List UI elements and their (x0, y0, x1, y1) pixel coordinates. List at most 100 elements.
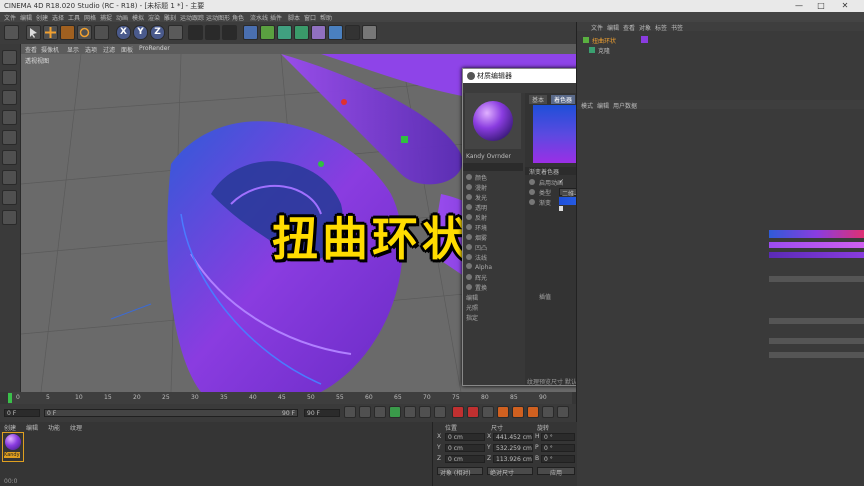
row-animate-radio[interactable] (529, 179, 535, 185)
menu-plugins[interactable]: 插件 (270, 13, 282, 22)
om-menu-bookmarks[interactable]: 书签 (671, 23, 683, 32)
coord-mode-dropdown[interactable]: 对象 (相对) (437, 467, 483, 477)
scale-key-icon[interactable] (512, 406, 524, 418)
camera-icon[interactable] (345, 25, 360, 40)
play-icon[interactable] (389, 406, 401, 418)
prev-key-icon[interactable] (359, 406, 371, 418)
position-key-icon[interactable] (497, 406, 509, 418)
object-row[interactable]: 克隆 (589, 46, 689, 55)
am-menu-edit[interactable]: 编辑 (597, 101, 609, 110)
playhead[interactable] (8, 393, 12, 403)
next-key-icon[interactable] (419, 406, 431, 418)
channel-bump[interactable]: 凹凸 (466, 243, 487, 252)
viewport-menu-prorender[interactable]: ProRender (139, 45, 170, 52)
viewport-menu-display[interactable]: 显示 (67, 45, 79, 54)
row-gradient-radio[interactable] (529, 199, 535, 205)
menu-help[interactable]: 帮助 (320, 13, 332, 22)
subdivision-icon[interactable] (277, 25, 292, 40)
channel-assignment[interactable]: 指定 (466, 313, 478, 322)
workplane-icon[interactable] (2, 190, 17, 205)
channel-editor[interactable]: 编辑 (466, 293, 478, 302)
floor-icon[interactable] (328, 25, 343, 40)
size-z-field[interactable]: 113.926 cm (493, 455, 533, 463)
edges-mode-icon[interactable] (2, 110, 17, 125)
cloner-icon[interactable] (294, 25, 309, 40)
channel-luminance[interactable]: 发光 (466, 193, 487, 202)
position-y-field[interactable]: 0 cm (445, 444, 485, 452)
menu-select[interactable]: 选择 (52, 13, 64, 22)
material-name-field[interactable] (463, 163, 523, 171)
tab-basic[interactable]: 基本 (529, 95, 548, 104)
go-to-end-icon[interactable] (434, 406, 446, 418)
channel-alpha[interactable]: Alpha (466, 263, 492, 271)
om-menu-file[interactable]: 文件 (591, 23, 603, 32)
viewport-menu-camera[interactable]: 摄像机 (41, 45, 59, 54)
rotation-h-field[interactable]: 0 ° (541, 433, 575, 441)
param-key-icon[interactable] (542, 406, 554, 418)
menu-motion-tracking[interactable]: 运动跟踪 (180, 13, 204, 22)
channel-normal[interactable]: 法线 (466, 253, 487, 262)
axis-mode-icon[interactable] (2, 150, 17, 165)
channel-fog[interactable]: 烟雾 (466, 233, 487, 242)
apply-button[interactable]: 应用 (537, 467, 575, 477)
rotation-p-field[interactable]: 0 ° (541, 444, 575, 452)
mat-menu-function[interactable]: 功能 (48, 423, 60, 432)
menu-animate[interactable]: 动画 (116, 13, 128, 22)
maximize-button[interactable]: □ (812, 0, 830, 12)
om-menu-view[interactable]: 查看 (623, 23, 635, 32)
rotate-icon[interactable] (77, 25, 92, 40)
cube-icon[interactable] (243, 25, 258, 40)
size-y-field[interactable]: 532.259 cm (493, 444, 533, 452)
viewport-menu-filter[interactable]: 过滤 (103, 45, 115, 54)
render-view-icon[interactable] (188, 25, 203, 40)
am-menu-mode[interactable]: 模式 (581, 101, 593, 110)
channel-reflectance[interactable]: 反射 (466, 213, 487, 222)
am-menu-userdata[interactable]: 用户数据 (613, 101, 637, 110)
lock-icon[interactable] (2, 210, 17, 225)
material-swatch[interactable]: Kandy (2, 432, 24, 462)
render-picture-viewer-icon[interactable] (205, 25, 220, 40)
channel-transparency[interactable]: 透明 (466, 203, 487, 212)
menu-create[interactable]: 创建 (36, 13, 48, 22)
recent-tool-icon[interactable] (94, 25, 109, 40)
tab-shader[interactable]: 着色器 (551, 95, 576, 104)
polygons-mode-icon[interactable] (2, 130, 17, 145)
next-frame-icon[interactable] (404, 406, 416, 418)
object-row[interactable]: 扭曲环状 (583, 36, 683, 45)
auto-key-icon[interactable] (467, 406, 479, 418)
channel-color[interactable]: 颜色 (466, 173, 487, 182)
go-to-start-icon[interactable] (344, 406, 356, 418)
close-button[interactable]: ✕ (836, 0, 854, 12)
channel-glow[interactable]: 辉光 (466, 273, 487, 282)
rotation-key-icon[interactable] (527, 406, 539, 418)
om-menu-tags[interactable]: 标签 (655, 23, 667, 32)
texture-mode-icon[interactable] (2, 70, 17, 85)
menu-tools[interactable]: 工具 (68, 13, 80, 22)
rotation-b-field[interactable]: 0 ° (541, 455, 575, 463)
row-type-radio[interactable] (529, 189, 535, 195)
menu-render[interactable]: 渲染 (148, 13, 160, 22)
snap-icon[interactable] (2, 170, 17, 185)
viewport-menu-options[interactable]: 选项 (85, 45, 97, 54)
menu-snap[interactable]: 捕捉 (100, 13, 112, 22)
menu-mesh[interactable]: 网格 (84, 13, 96, 22)
render-settings-icon[interactable] (222, 25, 237, 40)
gradient-knot[interactable] (559, 206, 563, 211)
menu-window[interactable]: 窗口 (304, 13, 316, 22)
menu-simulate[interactable]: 模拟 (132, 13, 144, 22)
channel-environment[interactable]: 环境 (466, 223, 487, 232)
undo-icon[interactable] (4, 25, 19, 40)
position-x-field[interactable]: 0 cm (445, 433, 485, 441)
make-editable-icon[interactable] (2, 50, 17, 65)
record-icon[interactable] (452, 406, 464, 418)
move-icon[interactable] (43, 25, 58, 40)
timeline-ruler[interactable]: 0 5 10 15 20 25 30 35 40 45 50 55 60 65 … (8, 392, 572, 404)
channel-illumination[interactable]: 光照 (466, 303, 478, 312)
y-axis-toggle[interactable]: Y (133, 25, 148, 40)
menu-script[interactable]: 脚本 (288, 13, 300, 22)
coordinate-system-icon[interactable] (168, 25, 183, 40)
channel-diffuse[interactable]: 漫射 (466, 183, 487, 192)
channel-displacement[interactable]: 置换 (466, 283, 487, 292)
attr-field[interactable] (769, 318, 864, 324)
om-menu-object[interactable]: 对象 (639, 23, 651, 32)
